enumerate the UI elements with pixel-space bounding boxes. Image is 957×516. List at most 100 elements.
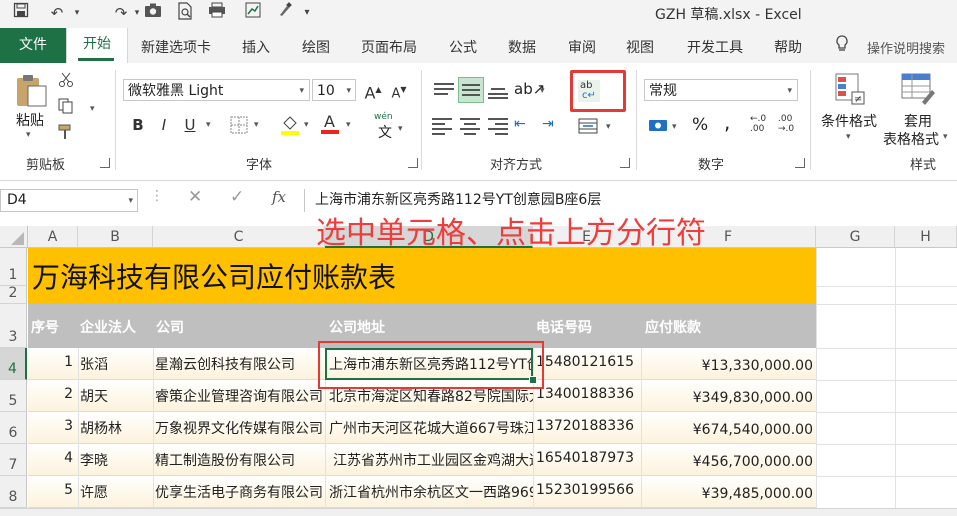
conditional-formatting-icon[interactable]: ≠: [834, 72, 866, 110]
header-no[interactable]: 序号: [31, 317, 59, 337]
comma-style-button[interactable]: ,: [724, 110, 730, 134]
cell-company[interactable]: 睿策企业管理咨询有限公司: [155, 386, 325, 406]
font-name-combobox[interactable]: 微软雅黑 Light ▾: [123, 79, 310, 101]
top-align-icon[interactable]: [434, 80, 454, 100]
cell-phone[interactable]: 16540187973: [536, 450, 640, 466]
accounting-dropdown-icon[interactable]: ▾: [672, 122, 677, 132]
header-company[interactable]: 公司: [156, 317, 184, 337]
cell-no[interactable]: 3: [28, 418, 76, 434]
lightbulb-icon[interactable]: [834, 34, 850, 58]
cell-no[interactable]: 4: [28, 450, 76, 466]
increase-decimal-icon[interactable]: ←.0.00: [750, 114, 766, 134]
tab-help[interactable]: 帮助: [774, 37, 802, 57]
cell-no[interactable]: 5: [28, 482, 76, 498]
align-left-icon[interactable]: [432, 116, 452, 136]
phonetic-guide-icon[interactable]: wén: [374, 112, 393, 122]
row-header-3[interactable]: 3: [0, 304, 27, 348]
bold-button[interactable]: B: [127, 114, 149, 136]
cell-company[interactable]: 星瀚云创科技有限公司: [155, 354, 325, 374]
orientation-dropdown-icon[interactable]: ▾: [540, 86, 545, 96]
header-legal-person[interactable]: 企业法人: [80, 317, 136, 337]
sheet-title[interactable]: 万海科技有限公司应付账款表: [32, 256, 396, 296]
cell-amount[interactable]: ¥349,830,000.00: [641, 390, 813, 406]
tab-view[interactable]: 视图: [626, 37, 654, 57]
cell-person[interactable]: 胡天: [80, 386, 152, 406]
cell-phone[interactable]: 15230199566: [536, 482, 640, 498]
row-header-4[interactable]: 4: [0, 348, 27, 380]
copy-icon[interactable]: [58, 98, 74, 118]
borders-icon[interactable]: [230, 116, 248, 138]
cell-phone[interactable]: 13720188336: [536, 418, 640, 434]
cell-address[interactable]: 北京市海淀区知春路82号院国际大厦: [329, 386, 533, 406]
column-header-b[interactable]: B: [78, 226, 153, 248]
align-center-icon[interactable]: [460, 116, 480, 136]
brush-icon[interactable]: [274, 2, 296, 24]
tab-review[interactable]: 审阅: [568, 37, 596, 57]
row-header-2[interactable]: 2: [0, 285, 27, 304]
save-icon[interactable]: [10, 2, 32, 24]
column-header-a[interactable]: A: [28, 226, 78, 248]
cell-company[interactable]: 优享生活电子商务有限公司: [155, 482, 325, 502]
row-header-6[interactable]: 6: [0, 412, 27, 444]
increase-font-size-icon[interactable]: A▲: [362, 79, 384, 102]
font-dialog-launcher-icon[interactable]: [408, 158, 418, 168]
align-right-icon[interactable]: [488, 116, 508, 136]
cell-person[interactable]: 胡杨林: [80, 418, 152, 438]
phonetic-dropdown-icon[interactable]: ▾: [398, 124, 403, 134]
percent-style-button[interactable]: %: [692, 115, 708, 135]
format-as-table-line2[interactable]: 表格格式: [883, 129, 939, 149]
cell-phone[interactable]: 13400188336: [536, 386, 640, 402]
decrease-indent-icon[interactable]: ⇤: [514, 116, 526, 132]
cut-icon[interactable]: [58, 72, 74, 92]
tab-formulas[interactable]: 公式: [449, 37, 477, 57]
cell-person[interactable]: 许愿: [80, 482, 152, 502]
insert-function-icon[interactable]: fx: [272, 188, 286, 206]
print-preview-icon[interactable]: [174, 2, 196, 24]
paste-dropdown-icon[interactable]: ▾: [26, 130, 31, 140]
tab-developer[interactable]: 开发工具: [687, 37, 743, 57]
tab-new-tab[interactable]: 新建选项卡: [141, 37, 211, 57]
name-box[interactable]: D4 ▾: [0, 189, 138, 212]
row-header-5[interactable]: 5: [0, 380, 27, 412]
tab-draw[interactable]: 绘图: [302, 37, 330, 57]
cell-address[interactable]: 江苏省苏州市工业园区金鸡湖大道: [333, 450, 533, 470]
header-amount[interactable]: 应付账款: [645, 317, 701, 337]
cell-no[interactable]: 2: [28, 386, 76, 402]
fill-color-icon[interactable]: [280, 114, 300, 140]
column-header-h[interactable]: H: [895, 226, 957, 248]
paste-icon[interactable]: [14, 72, 48, 112]
copy-dropdown-icon[interactable]: ▾: [90, 104, 95, 114]
merge-dropdown-icon[interactable]: ▾: [606, 122, 611, 132]
row-header-1[interactable]: 1: [0, 248, 27, 286]
paste-button[interactable]: 粘贴: [16, 110, 44, 130]
number-format-combobox[interactable]: 常规 ▾: [644, 79, 798, 101]
cell-person[interactable]: 李晓: [80, 450, 152, 470]
cell-no[interactable]: 1: [28, 354, 76, 370]
alignment-dialog-launcher-icon[interactable]: [620, 158, 630, 168]
row-header-7[interactable]: 7: [0, 444, 27, 476]
cell-person[interactable]: 张滔: [80, 354, 152, 374]
cell-address[interactable]: 浙江省杭州市余杭区文一西路969号: [329, 482, 533, 502]
wrap-text-icon[interactable]: ab c↵: [578, 80, 600, 102]
print-icon[interactable]: [206, 2, 228, 24]
tab-insert[interactable]: 插入: [242, 37, 270, 57]
middle-align-icon[interactable]: [458, 77, 484, 103]
font-size-combobox[interactable]: 10 ▾: [312, 79, 356, 101]
decrease-decimal-icon[interactable]: .00 →.0: [778, 114, 794, 134]
header-phone[interactable]: 电话号码: [536, 317, 592, 337]
cell-address[interactable]: 广州市天河区花城大道667号珠江城: [329, 418, 533, 438]
enter-icon[interactable]: ✓: [230, 187, 244, 207]
merge-center-icon[interactable]: [578, 118, 598, 138]
cell-company[interactable]: 万象视界文化传媒有限公司: [155, 418, 325, 438]
clipboard-dialog-launcher-icon[interactable]: [100, 158, 110, 168]
format-as-table-line1[interactable]: 套用: [904, 111, 932, 131]
cancel-icon[interactable]: ✕: [188, 187, 202, 207]
cell-phone[interactable]: 15480121615: [536, 354, 640, 370]
fill-handle[interactable]: [529, 376, 537, 384]
number-dialog-launcher-icon[interactable]: [795, 158, 805, 168]
format-as-table-icon[interactable]: [900, 72, 936, 110]
borders-dropdown-icon[interactable]: ▾: [254, 120, 259, 130]
tab-page-layout[interactable]: 页面布局: [361, 37, 417, 57]
bottom-align-icon[interactable]: [488, 80, 508, 100]
active-cell-d4[interactable]: [325, 348, 533, 380]
